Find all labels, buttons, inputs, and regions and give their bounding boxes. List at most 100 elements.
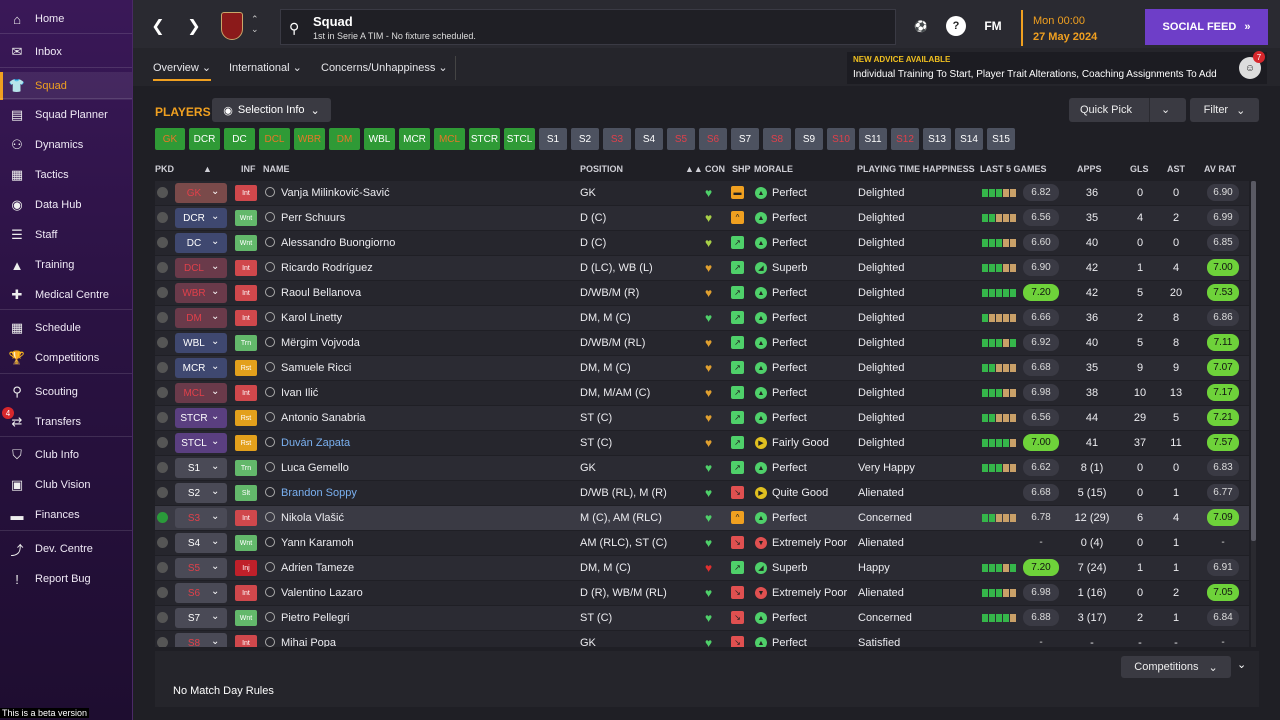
slot-wbr[interactable]: WBR (294, 128, 325, 150)
col-ast[interactable]: AST (1167, 164, 1185, 174)
picked-indicator[interactable] (157, 237, 168, 248)
player-name[interactable]: Nikola Vlašić (281, 512, 344, 524)
col-position[interactable]: POSITION (580, 164, 623, 174)
picked-indicator[interactable] (157, 487, 168, 498)
slot-s14[interactable]: S14 (955, 128, 983, 150)
help-icon[interactable]: ? (946, 16, 966, 36)
sidebar-item-club-vision[interactable]: ▣ Club Vision (0, 471, 132, 499)
chevron-down-icon[interactable]: ⌄ (211, 411, 219, 422)
info-badge[interactable]: Trn (235, 460, 257, 476)
info-badge[interactable]: Wnt (235, 610, 257, 626)
picked-indicator[interactable] (157, 337, 168, 348)
player-name[interactable]: Raoul Bellanova (281, 287, 361, 299)
picked-indicator[interactable] (157, 637, 168, 647)
table-row[interactable]: STCL ⌄ Rst Duván Zapata ST (C) ♥ ↗ ▶ Fairly Good… (155, 431, 1249, 455)
table-row[interactable]: WBR ⌄ Int Raoul Bellanova D/WB/M (R) ♥ ↗ ▲ Perfe… (155, 281, 1249, 305)
col-con[interactable]: CON (705, 164, 725, 174)
table-row[interactable]: WBL ⌄ Trn Mërgim Vojvoda D/WB/M (RL) ♥ ↗ ▲ Perfe… (155, 331, 1249, 355)
player-name[interactable]: Adrien Tameze (281, 562, 354, 574)
player-name[interactable]: Karol Linetty (281, 312, 342, 324)
slot-dcl[interactable]: DCL (259, 128, 290, 150)
info-badge[interactable]: Wnt (235, 235, 257, 251)
sidebar-item-club-info[interactable]: ⛉ Club Info (0, 441, 132, 469)
table-row[interactable]: S7 ⌄ Wnt Pietro Pellegri ST (C) ♥ ↘ ▲ Perfect Con… (155, 606, 1249, 630)
col-morale[interactable]: MORALE (754, 164, 793, 174)
chevron-down-icon[interactable]: ⌄ (211, 536, 219, 547)
slot-wbl[interactable]: WBL (364, 128, 395, 150)
sidebar-item-tactics[interactable]: ▦ Tactics (0, 161, 132, 189)
slot-s13[interactable]: S13 (923, 128, 951, 150)
back-arrow-icon[interactable]: ❮ (149, 16, 167, 35)
competitions-button[interactable]: Competitions ⌄ (1121, 656, 1231, 678)
scrollbar-thumb[interactable] (1251, 181, 1256, 541)
player-name[interactable]: Mërgim Vojvoda (281, 337, 360, 349)
sidebar-item-schedule[interactable]: ▦ Schedule (0, 314, 132, 342)
table-row[interactable]: DCL ⌄ Int Ricardo Rodríguez D (LC), WB (L) ♥ ↗… (155, 256, 1249, 280)
sidebar-item-staff[interactable]: ☰ Staff (0, 221, 132, 249)
sidebar-item-data-hub[interactable]: ◉ Data Hub (0, 191, 132, 219)
slot-mcl[interactable]: MCL (434, 128, 465, 150)
table-row[interactable]: S4 ⌄ Wnt Yann Karamoh AM (RLC), ST (C) ♥ ↘ ▼ Ext… (155, 531, 1249, 555)
slot-mcr[interactable]: MCR (399, 128, 430, 150)
achievements-icon[interactable]: ⚽ (911, 16, 931, 36)
info-badge[interactable]: Rst (235, 410, 257, 426)
chevron-down-icon[interactable]: ⌄ (211, 311, 219, 322)
col-playing-time[interactable]: PLAYING TIME HAPPINESS (857, 164, 975, 174)
fm-menu-icon[interactable]: FM (981, 16, 1005, 36)
info-badge[interactable]: Rst (235, 435, 257, 451)
sidebar-item-squad[interactable]: 👕 Squad (0, 72, 132, 100)
sidebar-item-transfers[interactable]: ⇄ Transfers (0, 408, 132, 436)
filter-button[interactable]: Filter ⌄ (1190, 98, 1259, 122)
sidebar-item-competitions[interactable]: 🏆 Competitions (0, 344, 132, 372)
slot-stcr[interactable]: STCR (469, 128, 500, 150)
table-row[interactable]: S8 ⌄ Int Mihai Popa GK ♥ ↘ ▲ Perfect Satisfied - - -… (155, 631, 1249, 647)
chevron-down-icon[interactable]: ⌄ (211, 236, 219, 247)
picked-indicator[interactable] (157, 587, 168, 598)
player-name[interactable]: Vanja Milinković-Savić (281, 187, 390, 199)
table-row[interactable]: STCR ⌄ Rst Antonio Sanabria ST (C) ♥ ↗ ▲ Perfect… (155, 406, 1249, 430)
chevron-down-icon[interactable]: ⌄ (211, 561, 219, 572)
slot-gk[interactable]: GK (155, 128, 185, 150)
col-last5[interactable]: LAST 5 GAMES (980, 164, 1047, 174)
slot-s7[interactable]: S7 (731, 128, 759, 150)
slot-s4[interactable]: S4 (635, 128, 663, 150)
game-date[interactable]: Mon 00:00 27 May 2024 (1021, 10, 1141, 46)
slot-s2[interactable]: S2 (571, 128, 599, 150)
col-apps[interactable]: APPS (1077, 164, 1102, 174)
picked-indicator[interactable] (157, 537, 168, 548)
table-row[interactable]: S2 ⌄ Slt Brandon Soppy D/WB (RL), M (R) ♥ ↘ ▶ Qu… (155, 481, 1249, 505)
player-name[interactable]: Luca Gemello (281, 462, 349, 474)
quick-pick-button[interactable]: Quick Pick ⌄ (1069, 98, 1186, 122)
info-badge[interactable]: Slt (235, 485, 257, 501)
info-badge[interactable]: Rst (235, 360, 257, 376)
sidebar-item-dynamics[interactable]: ⚇ Dynamics (0, 131, 132, 159)
chevron-down-icon[interactable]: ⌄ (1161, 103, 1170, 116)
picked-indicator[interactable] (157, 387, 168, 398)
tab-concerns[interactable]: Concerns/Unhappiness ⌄ (321, 61, 448, 74)
table-scrollbar[interactable] (1251, 181, 1256, 647)
player-name[interactable]: Antonio Sanabria (281, 412, 365, 424)
table-row[interactable]: MCL ⌄ Int Ivan Ilić DM, M/AM (C) ♥ ↗ ▲ Perfect De… (155, 381, 1249, 405)
chevron-down-icon[interactable]: ⌄ (211, 511, 219, 522)
advice-banner[interactable]: NEW ADVICE AVAILABLE Individual Training… (847, 51, 1267, 84)
sidebar-item-finances[interactable]: ▬ Finances (0, 501, 132, 529)
info-badge[interactable]: Inj (235, 560, 257, 576)
col-shp[interactable]: SHP (732, 164, 751, 174)
picked-indicator[interactable] (157, 312, 168, 323)
player-name[interactable]: Valentino Lazaro (281, 587, 363, 599)
sidebar-item-report-bug[interactable]: ! Report Bug (0, 565, 132, 593)
player-name[interactable]: Perr Schuurs (281, 212, 345, 224)
info-badge[interactable]: Int (235, 185, 257, 201)
chevron-down-icon[interactable]: ⌄ (211, 186, 219, 197)
page-title-box[interactable]: ⚲ Squad 1st in Serie A TIM - No fixture … (280, 9, 896, 45)
slot-s8[interactable]: S8 (763, 128, 791, 150)
forward-arrow-icon[interactable]: ❯ (185, 16, 203, 35)
col-name[interactable]: NAME (263, 164, 290, 174)
sidebar-item-home[interactable]: ⌂ Home (0, 5, 132, 33)
chevron-down-icon[interactable]: ⌄ (211, 386, 219, 397)
chevron-down-icon[interactable]: ⌄ (211, 211, 219, 222)
slot-s15[interactable]: S15 (987, 128, 1015, 150)
chevron-down-icon[interactable]: ⌄ (211, 361, 219, 372)
info-badge[interactable]: Wnt (235, 210, 257, 226)
social-feed-button[interactable]: SOCIAL FEED » (1145, 9, 1268, 45)
